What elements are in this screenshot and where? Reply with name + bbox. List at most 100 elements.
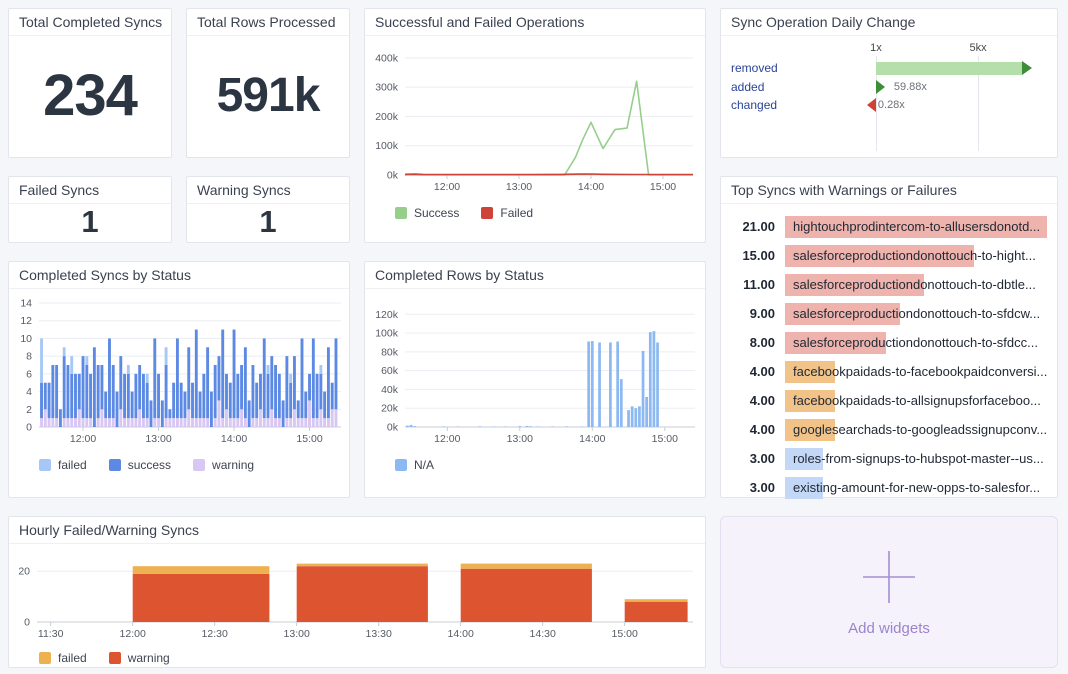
top-sync-label-cell: hightouchprodintercom-to-allusersdonotd.… [785, 216, 1047, 238]
svg-text:13:00: 13:00 [284, 628, 310, 640]
svg-text:60k: 60k [381, 365, 399, 377]
top-sync-value: 4.00 [727, 364, 775, 379]
panel-title-total-rows-processed[interactable]: Total Rows Processed [187, 9, 349, 36]
svg-text:13:00: 13:00 [506, 181, 532, 193]
gauge-row-label-added[interactable]: added [731, 80, 764, 94]
panel-title-warning-syncs[interactable]: Warning Syncs [187, 177, 349, 204]
panel-total-rows-processed: Total Rows Processed 591k [186, 8, 350, 158]
legend-item-warning[interactable]: warning [193, 458, 254, 472]
top-sync-link[interactable]: salesforceproductiondonottouch-to-sfdcw.… [785, 303, 1047, 325]
stat-total-rows-processed: 591k [187, 36, 349, 154]
y-axis: 0k100k200k300k400k [375, 52, 693, 181]
legend-item-n-a[interactable]: N/A [395, 458, 434, 472]
chart-legend: N/A [365, 454, 705, 472]
operations-line-chart: 0k100k200k300k400k12:0013:0014:0015:00 Su… [365, 36, 705, 220]
svg-text:15:00: 15:00 [650, 181, 676, 193]
top-sync-link[interactable]: facebookpaidads-to-facebookpaidconversi.… [785, 361, 1047, 383]
panel-completed-syncs-by-status: Completed Syncs by Status 0246810121412:… [8, 261, 350, 498]
gauge-marker-icon-added [876, 80, 885, 94]
svg-text:200k: 200k [375, 111, 399, 123]
stat-total-completed-syncs: 234 [9, 36, 171, 154]
panel-warning-syncs: Warning Syncs 1 [186, 176, 350, 243]
panel-title-sync-operation-daily-change[interactable]: Sync Operation Daily Change [721, 9, 1057, 36]
panel-title-completed-syncs-by-status[interactable]: Completed Syncs by Status [9, 262, 349, 289]
legend-label: failed [58, 651, 87, 665]
svg-text:14:00: 14:00 [448, 628, 474, 640]
panel-title-completed-rows-by-status[interactable]: Completed Rows by Status [365, 262, 705, 289]
gauge-value-changed: 0.28x [878, 99, 905, 111]
svg-text:4: 4 [26, 386, 32, 398]
gauge-marker-icon-changed [867, 98, 876, 112]
top-sync-link[interactable]: googlesearchads-to-googleadssignupconv..… [785, 419, 1047, 441]
top-sync-link[interactable]: facebookpaidads-to-allsignupsforfaceboo.… [785, 390, 1047, 412]
svg-text:14: 14 [20, 298, 32, 310]
hourly-failed-warning-chart: 02011:3012:0012:3013:0013:3014:0014:3015… [9, 544, 705, 665]
svg-text:13:30: 13:30 [366, 628, 392, 640]
svg-text:12:00: 12:00 [120, 628, 146, 640]
top-sync-value: 4.00 [727, 422, 775, 437]
panel-failed-syncs: Failed Syncs 1 [8, 176, 172, 243]
stat-warning-syncs: 1 [187, 204, 349, 240]
gauge-row-label-changed[interactable]: changed [731, 98, 777, 112]
top-sync-value: 8.00 [727, 335, 775, 350]
svg-text:15:00: 15:00 [296, 433, 322, 445]
chart-legend: failed warning [9, 647, 705, 665]
failed-line [405, 174, 693, 175]
panel-total-completed-syncs: Total Completed Syncs 234 [8, 8, 172, 158]
gauge-axis-label: 1x [870, 42, 882, 54]
legend-item-success[interactable]: Success [395, 206, 459, 220]
panel-title-top-syncs[interactable]: Top Syncs with Warnings or Failures [721, 177, 1057, 204]
add-widgets-button[interactable]: Add widgets [720, 516, 1058, 668]
legend-item-success[interactable]: success [109, 458, 171, 472]
top-sync-link[interactable]: salesforceproductiondonottouch-to-dbtle.… [785, 274, 1047, 296]
legend-label: failed [58, 458, 87, 472]
panel-title-hourly-failed-warning[interactable]: Hourly Failed/Warning Syncs [9, 517, 705, 544]
legend-swatch [481, 207, 493, 219]
legend-item-failed[interactable]: Failed [481, 206, 533, 220]
top-sync-label-cell: roles-from-signups-to-hubspot-master--us… [785, 448, 1047, 470]
chart-legend: failed success warning [9, 454, 349, 472]
svg-text:12: 12 [20, 315, 32, 327]
panel-title-failed-syncs[interactable]: Failed Syncs [9, 177, 171, 204]
panel-title-total-completed-syncs[interactable]: Total Completed Syncs [9, 9, 171, 36]
legend-item-failed[interactable]: failed [39, 651, 87, 665]
top-sync-row: 8.00 salesforceproductiondonottouch-to-sf… [727, 328, 1047, 357]
top-sync-value: 3.00 [727, 480, 775, 495]
top-sync-link[interactable]: roles-from-signups-to-hubspot-master--us… [785, 448, 1047, 470]
stacked-blocks [133, 564, 688, 622]
svg-text:14:00: 14:00 [579, 433, 605, 445]
top-sync-link[interactable]: salesforceproductiondonottouch-to-sfdcc.… [785, 332, 1047, 354]
svg-text:14:30: 14:30 [530, 628, 556, 640]
svg-text:100k: 100k [375, 328, 399, 340]
x-axis: 12:0013:0014:0015:00 [434, 175, 676, 193]
stat-failed-syncs: 1 [9, 204, 171, 240]
top-sync-link[interactable]: hightouchprodintercom-to-allusersdonotd.… [785, 216, 1047, 238]
legend-label: success [128, 458, 171, 472]
top-sync-value: 21.00 [727, 219, 775, 234]
legend-item-failed[interactable]: failed [39, 458, 87, 472]
top-sync-value: 4.00 [727, 393, 775, 408]
svg-text:6: 6 [26, 368, 32, 380]
top-sync-link[interactable]: existing-amount-for-new-opps-to-salesfor… [785, 477, 1047, 499]
panel-title-successful-failed-operations[interactable]: Successful and Failed Operations [365, 9, 705, 36]
top-sync-link[interactable]: salesforceproductiondonottouch-to-hight.… [785, 245, 1047, 267]
top-sync-label-cell: salesforceproductiondonottouch-to-sfdcc.… [785, 332, 1047, 354]
dashboard: Total Completed Syncs 234 Total Rows Pro… [0, 0, 1068, 674]
gauge-axis-label: 5kx [969, 42, 986, 54]
panel-top-syncs: Top Syncs with Warnings or Failures 21.0… [720, 176, 1058, 498]
legend-swatch [193, 459, 205, 471]
top-sync-label-cell: facebookpaidads-to-facebookpaidconversi.… [785, 361, 1047, 383]
legend-swatch [39, 459, 51, 471]
legend-item-warning[interactable]: warning [109, 651, 170, 665]
bars [406, 331, 659, 427]
x-axis: 12:0013:0014:0015:00 [70, 427, 323, 445]
gauge-row-label-removed[interactable]: removed [731, 61, 778, 75]
syncs-by-status-svg: 0246810121412:0013:0014:0015:00 [9, 295, 349, 449]
top-sync-label-cell: googlesearchads-to-googleadssignupconv..… [785, 419, 1047, 441]
svg-text:14:00: 14:00 [221, 433, 247, 445]
chart-legend: Success Failed [365, 202, 705, 220]
gauge-bar-arrow-icon [1022, 61, 1032, 75]
legend-swatch [395, 459, 407, 471]
rows-by-status-svg: 0k20k40k60k80k100k120k12:0013:0014:0015:… [365, 295, 705, 449]
svg-text:120k: 120k [375, 309, 399, 321]
